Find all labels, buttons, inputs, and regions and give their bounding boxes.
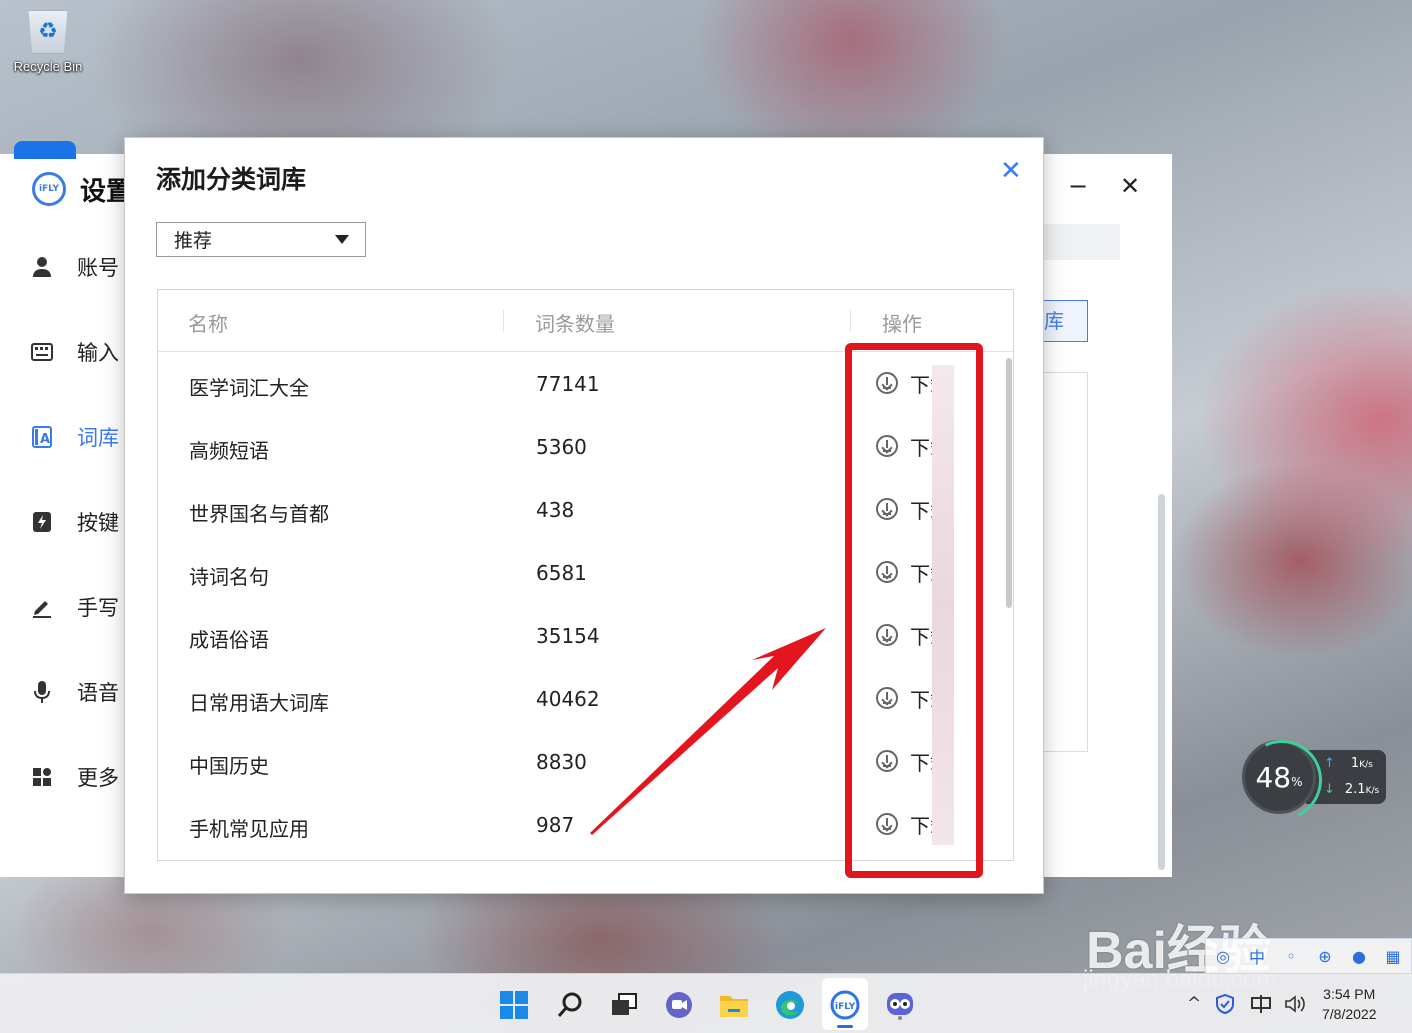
clock-date: 7/8/2022: [1322, 1006, 1377, 1022]
memory-gauge: 48%: [1242, 740, 1316, 814]
dictionary-name: 日常用语大词库: [189, 691, 329, 715]
nav-label-dictionary: 词库: [77, 426, 119, 450]
dictionary-name: 世界国名与首都: [189, 502, 329, 526]
dictionary-name: 诗词名句: [189, 565, 269, 589]
pen-icon: [30, 595, 54, 619]
entry-count: 35154: [536, 624, 600, 648]
window-close-button[interactable]: ✕: [1120, 172, 1140, 200]
dictionary-name: 高频短语: [189, 439, 269, 463]
column-header-name: 名称: [188, 312, 228, 336]
grid-icon: [30, 765, 54, 789]
search-icon[interactable]: [554, 989, 586, 1021]
memory-percent: 48: [1255, 760, 1292, 794]
ime-tray-icon[interactable]: [1250, 994, 1272, 1019]
recycle-bin-desktop-icon[interactable]: ♻ Recycle Bin: [8, 10, 88, 74]
volume-icon[interactable]: [1284, 994, 1308, 1019]
upload-arrow-icon: ↑: [1324, 756, 1335, 771]
app-tab-indicator: [14, 141, 76, 159]
nav-item-account[interactable]: 账号: [30, 247, 130, 287]
keyboard-icon: [30, 340, 54, 364]
taskbar: iFLY ^ 3:54 PM 7/8/2022: [0, 973, 1412, 1033]
windows-start-icon[interactable]: [498, 989, 530, 1021]
lightning-key-icon: [30, 510, 54, 534]
game-app-icon[interactable]: [884, 989, 916, 1021]
nav-label-keys: 按键: [77, 511, 119, 535]
percent-unit: %: [1291, 775, 1303, 789]
dictionary-list-box: [1044, 372, 1088, 752]
user-icon: [30, 255, 54, 279]
category-select[interactable]: 推荐: [156, 222, 366, 257]
dialog-close-button[interactable]: ✕: [1000, 156, 1022, 186]
punctuation-icon[interactable]: ◦: [1274, 947, 1308, 966]
entry-count: 987: [536, 813, 575, 837]
dictionary-name: 手机常见应用: [189, 817, 309, 841]
ifly-icon[interactable]: iFLY: [829, 989, 861, 1021]
entry-count: 6581: [536, 561, 587, 585]
ime-logo-icon: ◎: [1216, 946, 1230, 966]
task-view-icon[interactable]: [608, 989, 640, 1021]
shield-icon[interactable]: [1216, 993, 1234, 1019]
entry-count: 8830: [536, 750, 587, 774]
teams-chat-icon[interactable]: [663, 989, 695, 1021]
ifly-logo: iFLY: [32, 172, 66, 206]
nav-label-account: 账号: [77, 256, 119, 280]
grid-icon[interactable]: ▦: [1376, 947, 1410, 966]
settings-scrollbar[interactable]: [1158, 494, 1165, 870]
column-header-count: 词条数量: [535, 312, 615, 336]
entry-count: 438: [536, 498, 575, 522]
voice-icon[interactable]: ⊕: [1308, 947, 1342, 966]
dictionary-name: 成语俗语: [189, 628, 269, 652]
nav-item-input[interactable]: 输入: [30, 332, 130, 372]
clock-time: 3:54 PM: [1323, 986, 1376, 1002]
nav-item-more[interactable]: 更多: [30, 757, 130, 797]
column-divider: [850, 310, 851, 332]
edge-icon[interactable]: [774, 989, 806, 1021]
column-divider: [503, 310, 504, 332]
nav-item-dictionary[interactable]: A 词库: [30, 417, 130, 457]
settings-field: [1044, 224, 1120, 260]
microphone-icon: [30, 680, 54, 704]
nav-label-voice: 语音: [77, 681, 119, 705]
ime-mode-label[interactable]: 中: [1240, 944, 1274, 968]
highlight-box: [845, 343, 983, 878]
nav-item-voice[interactable]: 语音: [30, 672, 130, 712]
column-header-action: 操作: [882, 312, 922, 336]
svg-text:iFLY: iFLY: [835, 1002, 856, 1012]
network-speed-widget[interactable]: ↑ 1K/s ↓ 2.1K/s 48%: [1242, 740, 1387, 814]
nav-label-input: 输入: [77, 341, 119, 365]
recycle-bin-label: Recycle Bin: [13, 59, 83, 74]
dialog-title: 添加分类词库: [156, 165, 307, 194]
dictionary-icon: A: [30, 425, 54, 449]
dictionary-name: 中国历史: [189, 754, 269, 778]
svg-text:A: A: [40, 432, 50, 447]
category-select-value: 推荐: [174, 230, 213, 252]
active-app-indicator: [837, 1025, 853, 1028]
add-dictionary-button[interactable]: 库: [1044, 300, 1088, 342]
upload-speed: 1: [1350, 756, 1360, 771]
entry-count: 5360: [536, 435, 587, 459]
download-unit: K/s: [1365, 786, 1380, 796]
ime-toolbar[interactable]: ◎ 中 ◦ ⊕ ● ▦: [1205, 938, 1412, 974]
recycle-bin-icon: ♻: [28, 10, 68, 54]
nav-item-handwriting[interactable]: 手写: [30, 587, 130, 627]
chevron-down-icon: [335, 235, 349, 244]
file-explorer-icon[interactable]: [718, 989, 750, 1021]
entry-count: 77141: [536, 372, 600, 396]
minimize-button[interactable]: −: [1068, 172, 1088, 200]
download-speed: 2.1: [1344, 782, 1366, 797]
nav-label-more: 更多: [77, 766, 119, 790]
nav-item-keys[interactable]: 按键: [30, 502, 130, 542]
upload-unit: K/s: [1359, 760, 1373, 770]
system-clock[interactable]: 3:54 PM 7/8/2022: [1322, 984, 1377, 1024]
dictionary-name: 医学词汇大全: [189, 376, 309, 400]
user-icon[interactable]: ●: [1342, 947, 1376, 966]
entry-count: 40462: [536, 687, 600, 711]
download-arrow-icon: ↓: [1324, 782, 1335, 797]
nav-label-handwriting: 手写: [77, 596, 119, 620]
dialog-scrollbar[interactable]: [1006, 358, 1012, 608]
chevron-up-icon[interactable]: ^: [1187, 994, 1201, 1014]
